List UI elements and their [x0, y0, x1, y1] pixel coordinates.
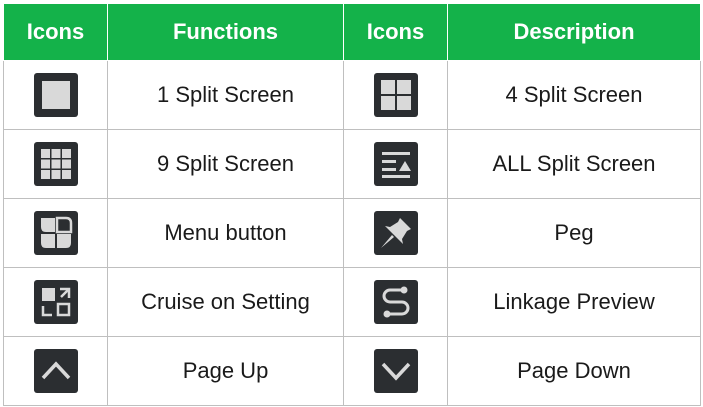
cruise-setting-icon: [33, 280, 78, 324]
chevron-down-icon: [373, 349, 418, 393]
header-functions: Functions: [107, 3, 344, 61]
pushpin-icon: [373, 211, 418, 255]
function-label: Menu button: [107, 198, 344, 268]
split-1-icon: [33, 73, 78, 117]
split-9-icon: [33, 142, 78, 186]
table-row: Cruise on Setting Linkage Preview: [3, 267, 701, 337]
description-label: ALL Split Screen: [447, 129, 701, 199]
table-row: Page Up Page Down: [3, 336, 701, 406]
icons-functions-table: Icons Functions Icons Description 1 Spli…: [3, 3, 701, 406]
header-description: Description: [447, 3, 701, 61]
function-label: 9 Split Screen: [107, 129, 344, 199]
header-icons-right: Icons: [343, 3, 448, 61]
description-label: Linkage Preview: [447, 267, 701, 337]
menu-button-icon: [33, 211, 78, 255]
function-label: Page Up: [107, 336, 344, 406]
table-row: 1 Split Screen 4 Split Screen: [3, 60, 701, 130]
description-label: Page Down: [447, 336, 701, 406]
linkage-preview-icon: [373, 280, 418, 324]
description-label: 4 Split Screen: [447, 60, 701, 130]
split-all-icon: [373, 142, 418, 186]
header-row: Icons Functions Icons Description: [3, 3, 701, 61]
function-label: Cruise on Setting: [107, 267, 344, 337]
split-4-icon: [373, 73, 418, 117]
description-label: Peg: [447, 198, 701, 268]
function-label: 1 Split Screen: [107, 60, 344, 130]
table-row: Menu button Peg: [3, 198, 701, 268]
chevron-up-icon: [33, 349, 78, 393]
header-icons-left: Icons: [3, 3, 108, 61]
table-row: 9 Split Screen ALL Split Screen: [3, 129, 701, 199]
